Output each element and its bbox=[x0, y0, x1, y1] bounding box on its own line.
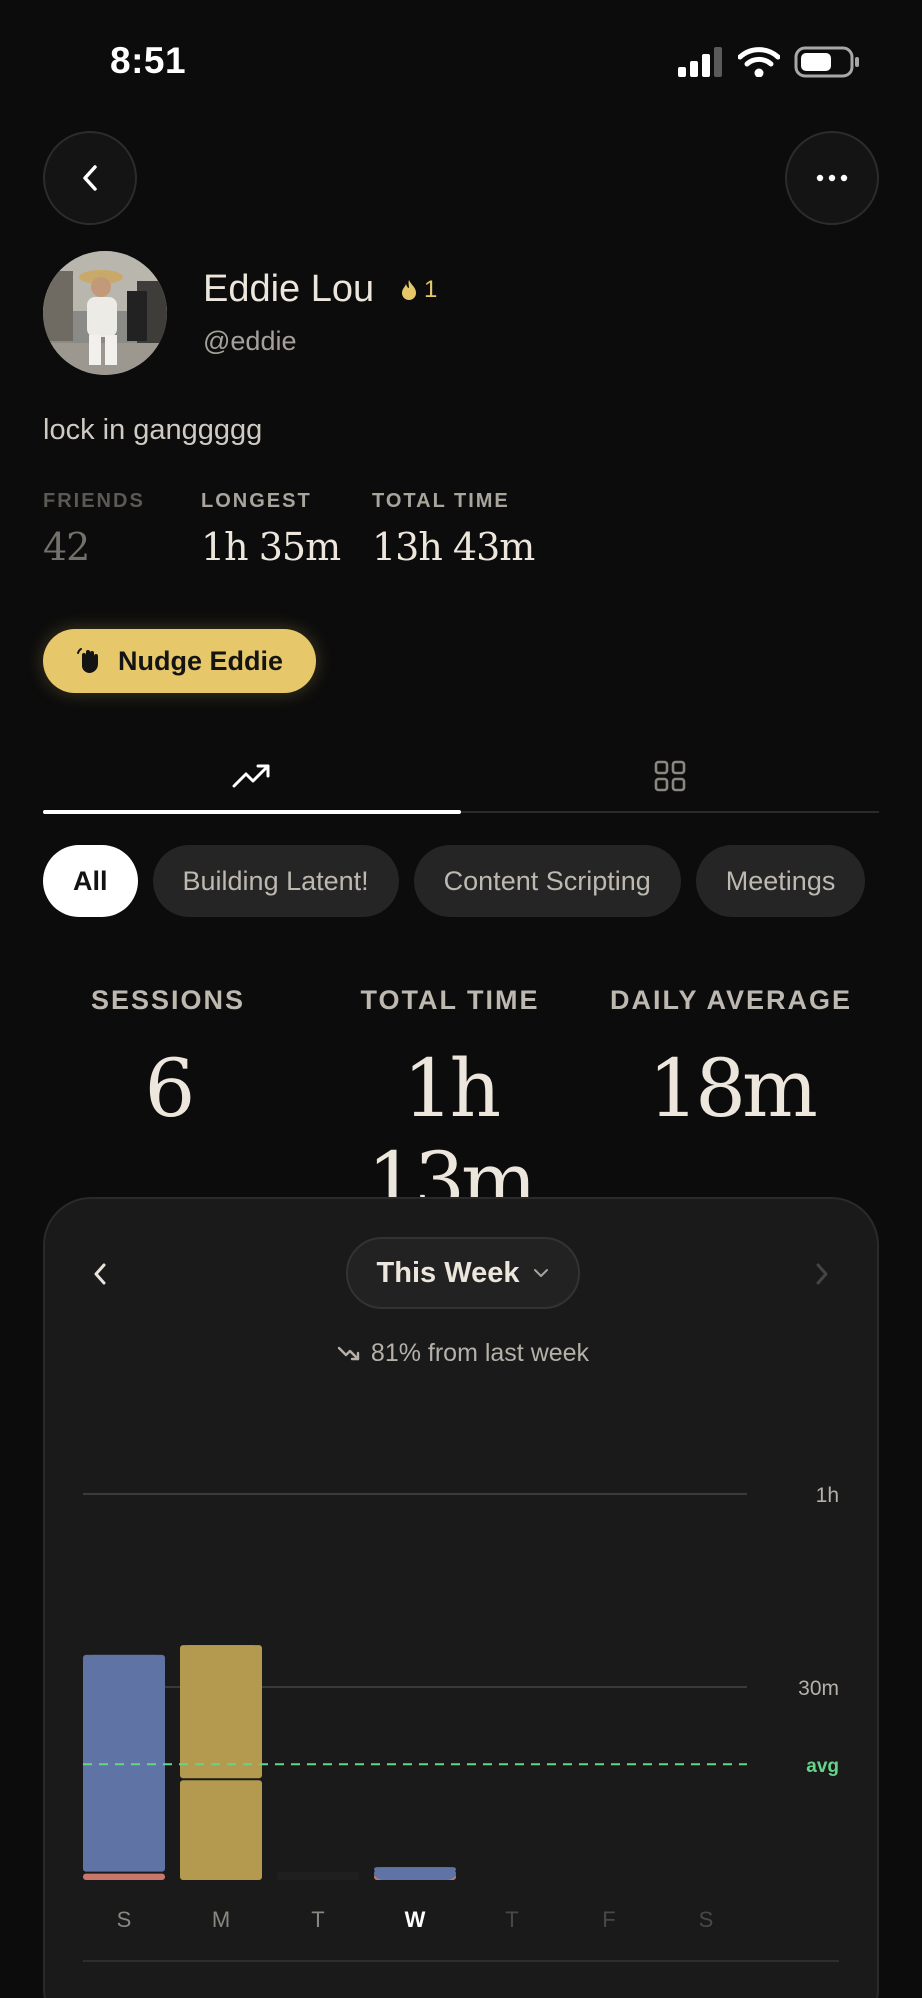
chevron-left-icon bbox=[83, 165, 97, 191]
chip-building-latent[interactable]: Building Latent! bbox=[152, 845, 399, 917]
daily-average-value: 18m bbox=[648, 1042, 818, 1135]
chip-content-scripting[interactable]: Content Scripting bbox=[413, 845, 681, 917]
bar-cap bbox=[83, 1654, 165, 1669]
cellular-signal-icon bbox=[678, 47, 722, 77]
streak-badge: 1 bbox=[400, 276, 437, 304]
bar-segment bbox=[180, 1780, 262, 1880]
y-tick-label: 30m bbox=[798, 1677, 839, 1700]
avatar bbox=[43, 251, 167, 375]
sessions-value: 6 bbox=[144, 1042, 196, 1135]
weekly-bar-chart: 1h 30m S M T W T F Savg bbox=[83, 1484, 839, 1962]
view-tabs bbox=[43, 740, 879, 814]
day-label: S bbox=[699, 1907, 714, 1932]
bar-segment bbox=[180, 1645, 262, 1779]
bar-segment bbox=[83, 1873, 165, 1880]
day-label: F bbox=[602, 1907, 615, 1932]
day-label: M bbox=[212, 1907, 230, 1932]
back-button[interactable] bbox=[43, 131, 137, 225]
total-time-summary-label: TOTAL TIME bbox=[360, 985, 540, 1015]
status-time: 8:51 bbox=[110, 40, 187, 81]
longest-stat: LONGEST 1h 35m bbox=[201, 490, 341, 569]
day-label: T bbox=[505, 1907, 518, 1932]
battery-icon bbox=[794, 46, 859, 78]
longest-value: 1h 35m bbox=[201, 525, 341, 569]
bar-empty bbox=[277, 1872, 359, 1880]
day-label: W bbox=[405, 1907, 426, 1932]
chip-meetings[interactable]: Meetings bbox=[695, 845, 866, 917]
bar-cap bbox=[374, 1867, 456, 1880]
longest-label: LONGEST bbox=[201, 490, 312, 512]
friends-label: FRIENDS bbox=[43, 490, 145, 512]
trending-up-icon bbox=[232, 764, 270, 788]
waving-hand-icon bbox=[76, 648, 98, 673]
nudge-button[interactable]: Nudge Eddie bbox=[43, 629, 316, 693]
friends-value: 42 bbox=[43, 525, 90, 569]
profile-bio: lock in ganggggg bbox=[43, 414, 263, 446]
average-label: avg bbox=[806, 1756, 839, 1777]
daily-average-label: DAILY AVERAGE bbox=[609, 985, 853, 1015]
y-tick-label: 1h bbox=[816, 1484, 839, 1507]
total-time-summary: TOTAL TIME 1h 13m bbox=[310, 985, 590, 1228]
total-time-label: TOTAL TIME bbox=[372, 490, 510, 512]
tab-grid[interactable] bbox=[461, 740, 879, 812]
total-time-value: 13h 43m bbox=[372, 525, 535, 569]
day-label: S bbox=[117, 1907, 132, 1932]
weekly-chart-card: This Week 81% from last week 1h 30m S M T W T F… bbox=[43, 1197, 879, 1998]
bar-segment bbox=[83, 1654, 165, 1872]
tab-active-indicator bbox=[43, 810, 461, 814]
tab-trends[interactable] bbox=[43, 740, 461, 812]
sessions-label: SESSIONS bbox=[90, 985, 246, 1015]
flame-icon bbox=[402, 280, 416, 300]
wifi-icon bbox=[738, 47, 780, 77]
status-bar: 8:51 bbox=[0, 0, 922, 120]
day-label: T bbox=[311, 1907, 324, 1932]
more-options-button[interactable] bbox=[785, 131, 879, 225]
profile-name: Eddie Lou bbox=[203, 268, 375, 310]
daily-average-stat: DAILY AVERAGE 18m bbox=[591, 985, 871, 1135]
chip-all[interactable]: All bbox=[43, 845, 138, 917]
grid-icon bbox=[654, 760, 686, 792]
bar-cap bbox=[180, 1645, 262, 1660]
total-time-stat: TOTAL TIME 13h 43m bbox=[372, 490, 535, 569]
ellipsis-icon bbox=[816, 174, 848, 182]
profile-handle: @eddie bbox=[203, 326, 297, 356]
sessions-stat: SESSIONS 6 bbox=[28, 985, 308, 1135]
friends-stat[interactable]: FRIENDS 42 bbox=[43, 490, 145, 569]
filter-chips: All Building Latent! Content Scripting Meet… bbox=[43, 845, 922, 919]
streak-count: 1 bbox=[424, 276, 438, 303]
nudge-label: Nudge Eddie bbox=[117, 645, 283, 676]
status-icons bbox=[678, 46, 860, 78]
